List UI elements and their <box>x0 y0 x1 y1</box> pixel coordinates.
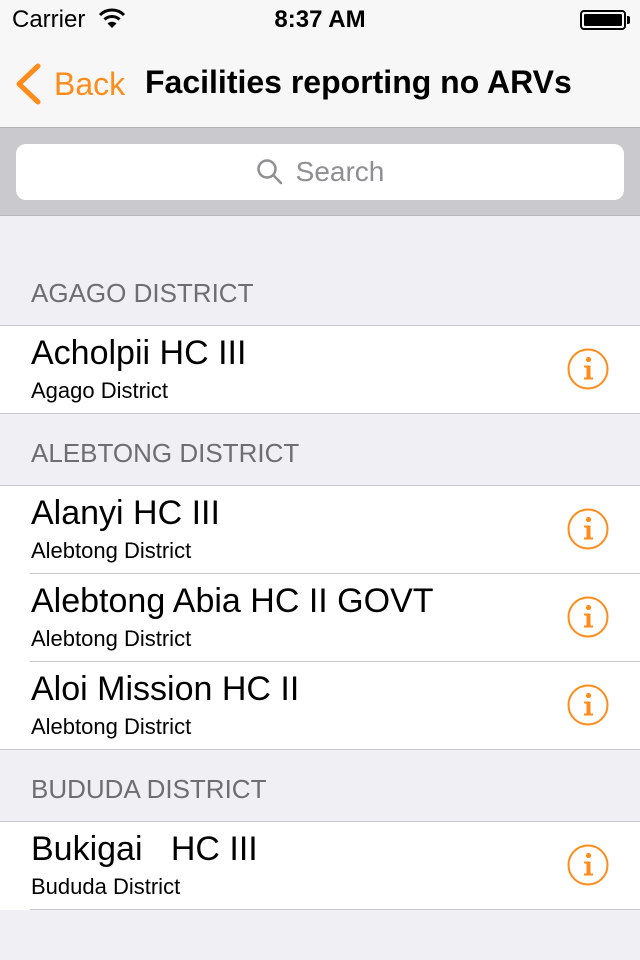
facility-name: Aloi Mission HC II <box>31 670 300 708</box>
facility-name: Acholpii HC III <box>31 334 247 372</box>
info-icon[interactable] <box>567 844 609 886</box>
facility-district: Alebtong District <box>31 714 192 739</box>
facility-district: Alebtong District <box>31 626 192 651</box>
search-icon <box>256 159 282 185</box>
facility-name: Alebtong Abia HC II GOVT <box>31 582 434 620</box>
facility-district: Agago District <box>31 378 168 403</box>
section-header-alebtong: ALEBTONG DISTRICT <box>0 414 640 486</box>
back-label: Back <box>54 65 126 102</box>
section-header-agago: AGAGO DISTRICT <box>0 216 640 326</box>
clock: 8:37 AM <box>274 6 366 33</box>
battery-icon <box>580 10 626 30</box>
facility-list: AGAGO DISTRICT Acholpii HC III Agago Dis… <box>0 216 640 910</box>
info-icon[interactable] <box>567 684 609 726</box>
info-icon[interactable] <box>567 348 609 390</box>
section-header-bududa: BUDUDA DISTRICT <box>0 750 640 822</box>
status-bar: Carrier 8:37 AM <box>0 0 640 40</box>
facility-name: Alanyi HC III <box>31 494 220 532</box>
search-input[interactable]: Search <box>16 144 624 200</box>
chevron-left-icon <box>16 63 41 105</box>
page-title: Facilities reporting no ARVs <box>145 64 572 100</box>
search-placeholder: Search <box>295 156 385 187</box>
info-icon[interactable] <box>567 596 609 638</box>
list-item[interactable]: Bukigai HC III Bududa District <box>0 822 640 910</box>
search-bar: Search <box>0 128 640 216</box>
section-header-label: BUDUDA DISTRICT <box>31 774 267 804</box>
section-header-label: AGAGO DISTRICT <box>31 278 254 308</box>
facility-district: Alebtong District <box>31 538 192 563</box>
list-item[interactable]: Acholpii HC III Agago District <box>0 326 640 414</box>
battery-tip <box>627 16 630 24</box>
facility-name: Bukigai HC III <box>31 830 258 868</box>
navigation-bar: Back Facilities reporting no ARVs <box>0 40 640 128</box>
list-item[interactable]: Alebtong Abia HC II GOVT Alebtong Distri… <box>0 574 640 662</box>
list-item[interactable]: Alanyi HC III Alebtong District <box>0 486 640 574</box>
info-icon[interactable] <box>567 508 609 550</box>
list-item[interactable]: Aloi Mission HC II Alebtong District <box>0 662 640 750</box>
back-button[interactable]: Back <box>14 62 125 106</box>
facility-district: Bududa District <box>31 874 181 899</box>
section-header-label: ALEBTONG DISTRICT <box>31 438 300 468</box>
